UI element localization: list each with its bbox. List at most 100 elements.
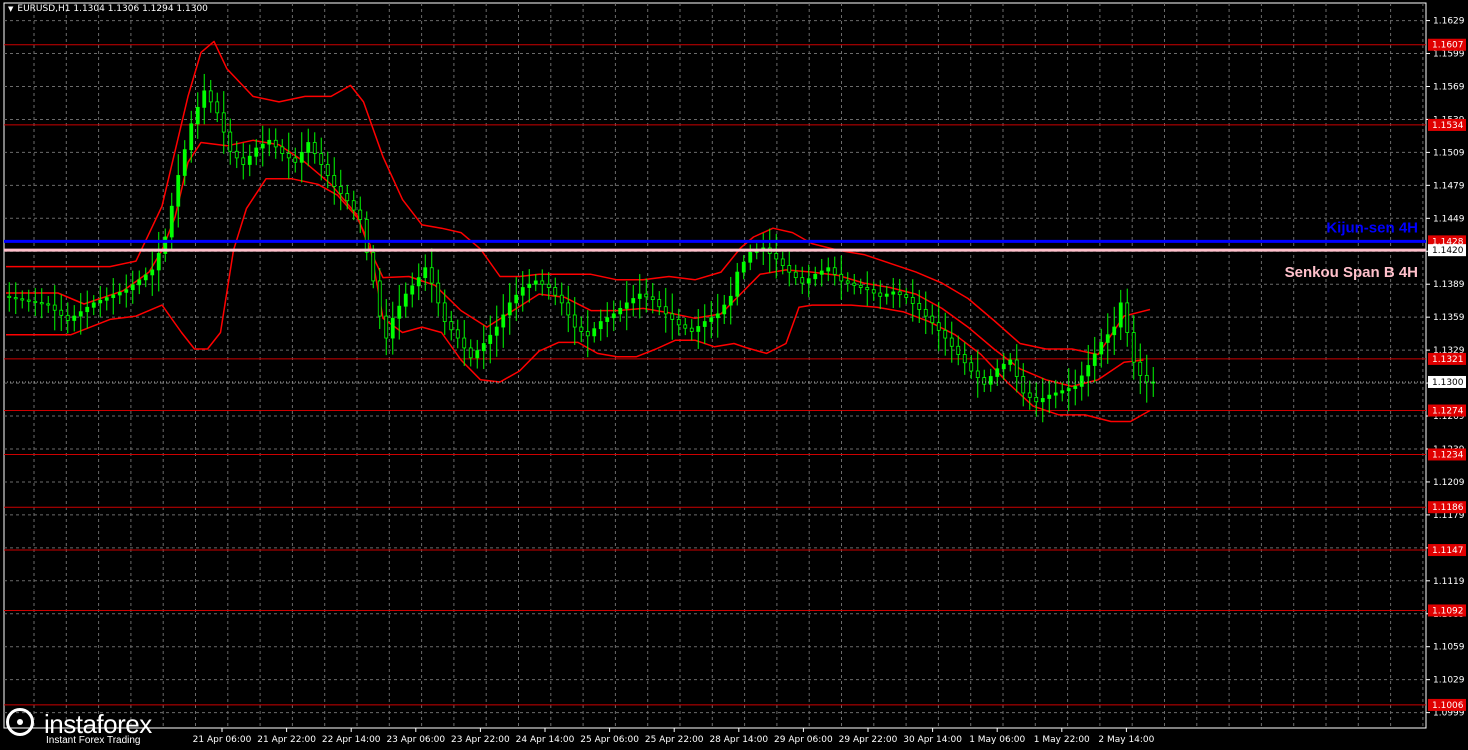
candle-body — [416, 277, 421, 287]
price-chart[interactable]: Kijun-sen 4HSenkou Span B 4H 1.09991.102… — [0, 0, 1468, 750]
x-tick-label: 2 May 14:00 — [1098, 735, 1154, 745]
time-axis[interactable]: 21 Apr 06:00 21 Apr 22:00 22 Apr 14:00 23 A… — [193, 728, 1155, 745]
candle-body — [410, 285, 415, 295]
candle-body — [345, 193, 350, 202]
y-tick-label: 1.1569 — [1433, 82, 1465, 92]
x-tick-label: 25 Apr 22:00 — [645, 735, 704, 745]
candle-body — [540, 280, 545, 285]
candle-body — [143, 274, 148, 281]
candle-body — [1105, 334, 1110, 343]
candle-body — [793, 271, 798, 279]
candle-body — [221, 112, 226, 133]
level-label-text: 1.1234 — [1432, 450, 1464, 460]
candle-body — [995, 368, 1000, 377]
candle-body — [111, 294, 116, 299]
level-label-text: 1.1321 — [1432, 355, 1464, 365]
candle-body — [1027, 392, 1032, 398]
candle-body — [852, 282, 857, 286]
candle-body — [702, 321, 707, 327]
candle-body — [598, 321, 603, 330]
x-tick-label: 22 Apr 14:00 — [322, 735, 381, 745]
x-tick-label: 30 Apr 14:00 — [903, 735, 962, 745]
level-label-text: 1.1607 — [1432, 41, 1464, 51]
candle-body — [741, 261, 746, 273]
candle-body — [33, 300, 38, 303]
candle-body — [494, 326, 499, 336]
candle-body — [254, 147, 259, 157]
candle-body — [943, 329, 948, 339]
candle-body — [1001, 364, 1006, 370]
candle-body — [689, 327, 694, 332]
candle-body — [364, 219, 369, 253]
candle-body — [403, 293, 408, 307]
candle-body — [260, 143, 265, 149]
candle-body — [878, 292, 883, 297]
candle-body — [1079, 375, 1084, 387]
candle-body — [1099, 342, 1104, 355]
kijun-sen-label: Kijun-sen 4H — [1326, 219, 1418, 236]
x-tick-label: 23 Apr 22:00 — [451, 735, 510, 745]
y-tick-label: 1.1449 — [1433, 214, 1465, 224]
level-label-text: 1.1534 — [1432, 121, 1464, 131]
candle-body — [130, 284, 135, 291]
candle-body — [442, 302, 447, 322]
candle-body — [65, 314, 70, 321]
candle-body — [650, 296, 655, 300]
candle-body — [800, 277, 805, 284]
candle-body — [930, 315, 935, 324]
candle-body — [871, 289, 876, 294]
candle-body — [787, 265, 792, 273]
candle-body — [286, 153, 291, 159]
candle-body — [280, 146, 285, 154]
candle-body — [644, 293, 649, 298]
candle-body — [520, 287, 525, 296]
candle-body — [897, 291, 902, 296]
candle-body — [39, 302, 44, 305]
candle-body — [962, 354, 967, 364]
candle-body — [527, 283, 532, 288]
candle-body — [657, 299, 662, 308]
dropdown-triangle-icon[interactable]: ▼ — [8, 5, 13, 13]
price-axis[interactable]: 1.09991.10291.10591.10891.11191.11491.11… — [1426, 17, 1466, 719]
indicator-lines — [6, 40, 1151, 423]
candle-body — [1092, 353, 1097, 366]
candle-body — [774, 253, 779, 260]
candle-body — [917, 303, 922, 310]
candle-body — [124, 289, 129, 293]
candle-body — [104, 297, 109, 301]
candle-body — [98, 299, 103, 304]
candle-body — [215, 101, 220, 114]
candle-body — [1053, 392, 1058, 396]
candle-body — [624, 302, 629, 309]
candle-body — [1118, 302, 1123, 328]
candle-body — [351, 200, 356, 211]
candle-body — [390, 317, 395, 339]
candle-body — [1138, 361, 1143, 376]
candle-body — [819, 270, 824, 275]
y-tick-label: 1.1629 — [1433, 17, 1465, 27]
candle-body — [865, 287, 870, 291]
candle-body — [605, 317, 610, 322]
candle-body — [891, 291, 896, 295]
candle-body — [709, 317, 714, 322]
candle-body — [982, 377, 987, 385]
ichimoku-lines: Kijun-sen 4H Senkou Span B 4H — [4, 219, 1426, 383]
candle-body — [423, 267, 428, 279]
candle-body — [637, 293, 642, 299]
y-tick-label: 1.1059 — [1433, 643, 1465, 653]
x-tick-label: 23 Apr 06:00 — [386, 735, 445, 745]
candle-body — [306, 142, 311, 153]
candle-body — [1034, 396, 1039, 403]
level-label-text: 1.1092 — [1432, 606, 1464, 616]
candle-body — [137, 279, 142, 286]
candle-body — [969, 362, 974, 372]
candle-body — [748, 251, 753, 263]
instaforex-logo: instaforex Instant Forex Trading — [0, 705, 180, 750]
candle-body — [319, 153, 324, 165]
candle-body — [559, 294, 564, 304]
candle-body — [1131, 332, 1136, 363]
candle-body — [273, 139, 278, 148]
candle-body — [572, 314, 577, 328]
candle-body — [208, 90, 213, 103]
logo-tagline: Instant Forex Trading — [46, 735, 141, 746]
